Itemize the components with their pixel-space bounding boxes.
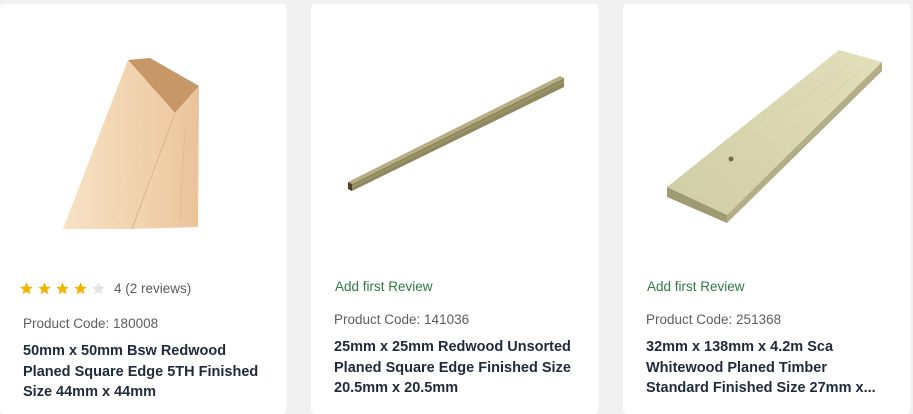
product-card[interactable]: 4 (2 reviews) Product Code: 180008 50mm … [0,4,286,414]
review-count[interactable]: 4 (2 reviews) [114,281,191,296]
add-first-review-link[interactable]: Add first Review [647,279,745,294]
product-image[interactable] [623,4,910,249]
star-filled-icon [56,281,69,294]
product-code: Product Code: 141036 [334,312,470,327]
product-title[interactable]: 50mm x 50mm Bsw Redwood Planed Square Ed… [23,341,273,403]
product-code: Product Code: 251368 [646,312,782,327]
star-filled-icon [20,281,33,294]
square-timber-post-image [63,58,199,230]
star-filled-icon [74,281,87,294]
star-rating [19,281,106,296]
product-card[interactable]: Add first Review Product Code: 141036 25… [311,4,598,414]
timber-plank-image [667,50,882,223]
rating[interactable]: 4 (2 reviews) [19,279,191,297]
product-image[interactable] [0,4,286,249]
star-filled-icon [38,281,51,294]
product-title[interactable]: 32mm x 138mm x 4.2m Sca Whitewood Planed… [646,337,886,399]
product-title[interactable]: 25mm x 25mm Redwood Unsorted Planed Squa… [334,337,586,399]
product-card[interactable]: Add first Review Product Code: 251368 32… [623,4,910,414]
thin-timber-batten-image [348,76,564,191]
add-first-review-link[interactable]: Add first Review [335,279,433,294]
product-code: Product Code: 180008 [23,316,159,331]
star-empty-icon [92,281,105,294]
product-image[interactable] [311,4,598,249]
